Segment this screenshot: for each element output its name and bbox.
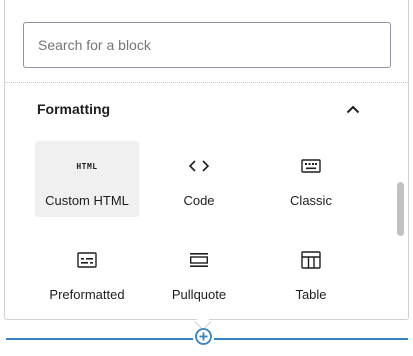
block-label: Table [295, 287, 327, 302]
table-icon [301, 248, 321, 272]
block-custom-html[interactable]: HTML Custom HTML [35, 141, 139, 217]
block-label: Preformatted [49, 287, 125, 302]
chevron-up-icon [343, 99, 363, 119]
block-label: Code [183, 193, 215, 208]
add-block-button[interactable] [193, 327, 214, 351]
scrollbar-thumb[interactable] [397, 182, 404, 236]
block-inserter-panel: Formatting HTML Custom HTML Code [4, 0, 409, 320]
block-pullquote[interactable]: Pullquote [147, 235, 251, 311]
plus-circle-icon [194, 327, 213, 351]
preformatted-icon [77, 248, 97, 272]
html-icon: HTML [76, 161, 98, 171]
block-preformatted[interactable]: Preformatted [35, 235, 139, 311]
keyboard-icon [301, 154, 321, 178]
block-code[interactable]: Code [147, 141, 251, 217]
block-label: Pullquote [171, 287, 227, 302]
block-classic[interactable]: Classic [259, 141, 363, 217]
category-title: Formatting [37, 101, 111, 117]
block-search-input[interactable] [23, 22, 391, 68]
search-area [5, 0, 408, 82]
block-label: Classic [290, 193, 332, 208]
category-panel-toggle[interactable]: Formatting [5, 83, 395, 133]
block-table[interactable]: Table [259, 235, 363, 311]
block-label: Custom HTML [45, 193, 129, 208]
pullquote-icon [189, 248, 209, 272]
code-icon [188, 154, 210, 178]
